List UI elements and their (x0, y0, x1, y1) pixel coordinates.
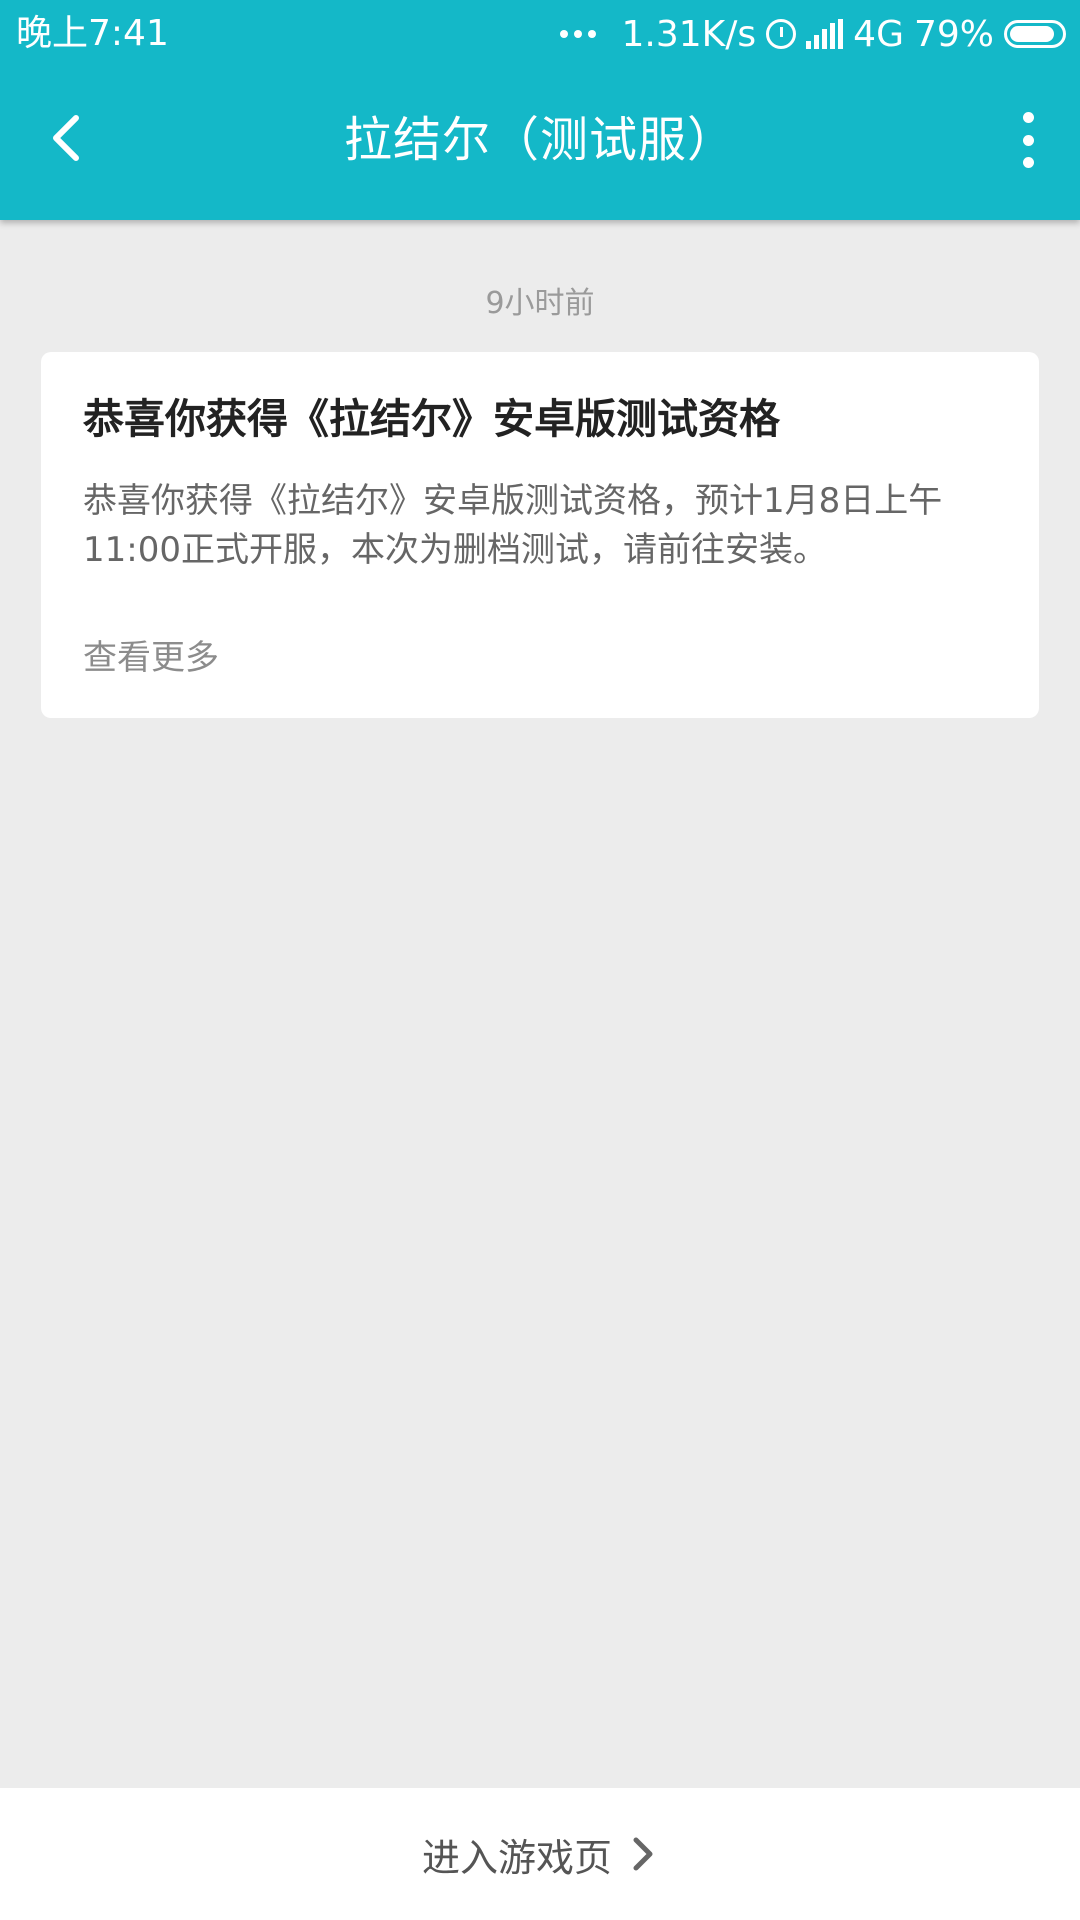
status-time: 晚上7:41 (16, 13, 169, 54)
status-icons: 1.31K/s 4G 79% (559, 12, 1066, 56)
enter-game-label: 进入游戏页 (421, 1835, 612, 1880)
message-title: 恭喜你获得《拉结尔》安卓版测试资格 (83, 395, 780, 443)
view-more-link[interactable]: 查看更多 (83, 630, 219, 679)
message-card[interactable]: 恭喜你获得《拉结尔》安卓版测试资格 恭喜你获得《拉结尔》安卓版测试资格，预计1月… (41, 352, 1039, 718)
chevron-right-icon (633, 1837, 653, 1871)
top-bar: 晚上7:41 1.31K/s 4G 79% 拉结尔（测试服） (0, 0, 1080, 220)
battery-percent: 79% (913, 13, 994, 55)
network-speed: 1.31K/s (621, 13, 757, 55)
app-bar: 拉结尔（测试服） (0, 68, 1080, 220)
signal-icon (806, 19, 844, 49)
enter-game-button[interactable]: 进入游戏页 (0, 1788, 1080, 1920)
notification-dots-icon (559, 30, 596, 38)
network-type: 4G (853, 13, 904, 55)
message-body: 恭喜你获得《拉结尔》安卓版测试资格，预计1月8日上午11:00正式开服，本次为删… (83, 481, 943, 570)
battery-icon (1004, 20, 1066, 48)
alarm-icon (766, 19, 797, 49)
page-title: 拉结尔（测试服） (343, 112, 736, 168)
message-timestamp: 9小时前 (485, 286, 595, 321)
status-bar: 晚上7:41 1.31K/s 4G 79% (0, 0, 1080, 68)
more-options-icon[interactable] (1016, 112, 1040, 168)
